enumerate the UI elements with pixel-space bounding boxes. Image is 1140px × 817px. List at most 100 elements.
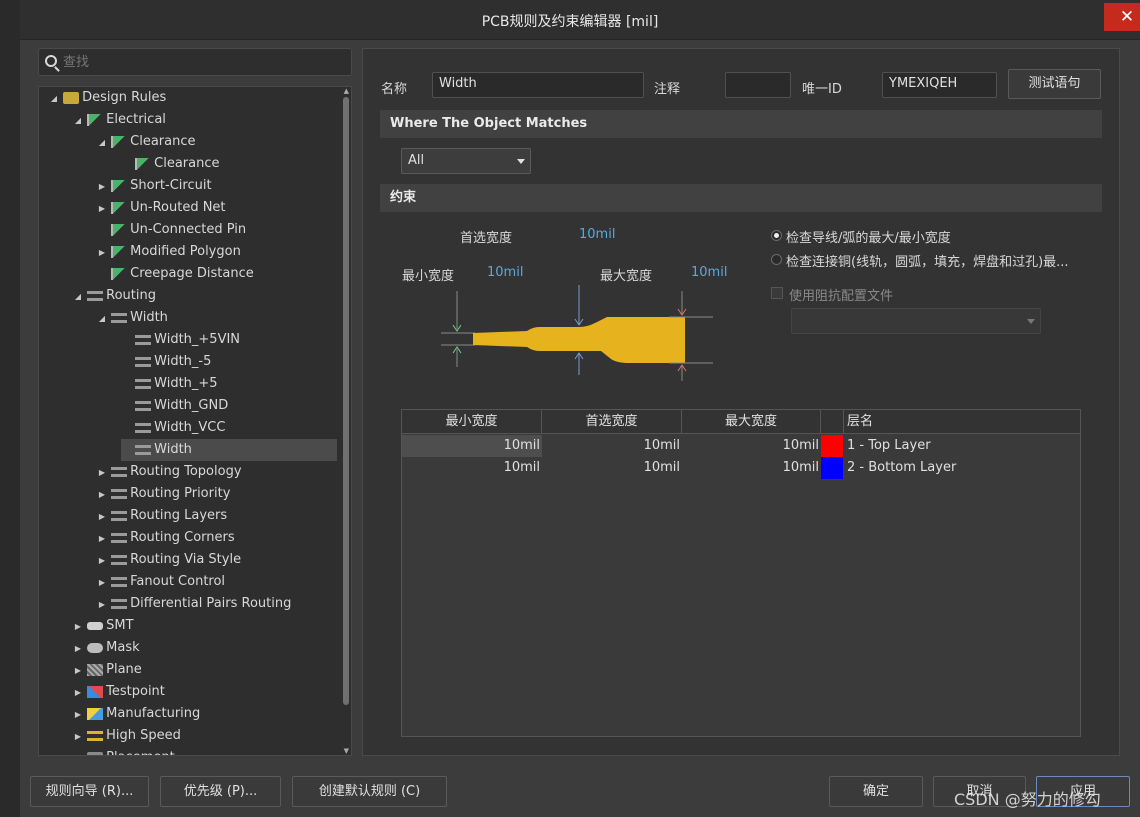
collapsed-arrow-icon[interactable]: ▶: [97, 176, 107, 198]
tree-item[interactable]: ▶ SMT: [73, 615, 337, 637]
collapsed-arrow-icon[interactable]: ▶: [73, 682, 83, 704]
tree-item-label: Differential Pairs Routing: [130, 596, 292, 611]
tree-item[interactable]: ◢ Design Rules: [49, 87, 337, 109]
expanded-arrow-icon[interactable]: ◢: [97, 132, 107, 154]
tree-item[interactable]: Width: [121, 439, 337, 461]
tree-item[interactable]: ◢ Electrical: [73, 109, 337, 131]
collapsed-arrow-icon[interactable]: ▶: [97, 550, 107, 572]
collapsed-arrow-icon[interactable]: ▶: [73, 726, 83, 748]
expanded-arrow-icon[interactable]: ◢: [49, 88, 59, 110]
col-layer-name[interactable]: 层名: [844, 410, 1080, 434]
tree-item[interactable]: ▶ Routing Via Style: [97, 549, 337, 571]
col-min-width[interactable]: 最小宽度: [402, 410, 542, 434]
impedance-profile-select[interactable]: [791, 308, 1041, 334]
expanded-arrow-icon[interactable]: ◢: [73, 110, 83, 132]
tree-item[interactable]: ▶ Routing Priority: [97, 483, 337, 505]
tree-item[interactable]: Width_+5: [121, 373, 337, 395]
cell-max-width[interactable]: 10mil: [682, 457, 819, 479]
cell-min-width[interactable]: 10mil: [402, 457, 540, 479]
tree-item[interactable]: ▶ Routing Layers: [97, 505, 337, 527]
tree-item[interactable]: ▶ Un-Routed Net: [97, 197, 337, 219]
tree-item[interactable]: ▶ Routing Corners: [97, 527, 337, 549]
cell-min-width[interactable]: 10mil: [402, 435, 540, 457]
tree-item[interactable]: Width_GND: [121, 395, 337, 417]
tree-item[interactable]: ◢ Routing: [73, 285, 337, 307]
unique-id-field[interactable]: YMEXIQEH: [882, 72, 997, 98]
max-width-value[interactable]: 10mil: [691, 265, 727, 280]
collapsed-arrow-icon[interactable]: ▶: [97, 594, 107, 616]
test-query-button[interactable]: 测试语句: [1008, 69, 1101, 99]
tree-item-label: Short-Circuit: [130, 178, 212, 193]
collapsed-arrow-icon[interactable]: ▶: [97, 506, 107, 528]
collapsed-arrow-icon[interactable]: ▶: [73, 704, 83, 726]
object-match-scope-select[interactable]: All: [401, 148, 531, 174]
tree-item-label: Creepage Distance: [130, 266, 254, 281]
tree-item[interactable]: Creepage Distance: [97, 263, 337, 285]
name-field[interactable]: Width: [432, 72, 644, 98]
tree-item[interactable]: ▶ Testpoint: [73, 681, 337, 703]
min-width-value[interactable]: 10mil: [487, 265, 523, 280]
scroll-up-icon[interactable]: ▲: [344, 87, 349, 95]
tree-item[interactable]: Un-Connected Pin: [97, 219, 337, 241]
tree-item[interactable]: ▶ Mask: [73, 637, 337, 659]
tree-item[interactable]: ▶ Fanout Control: [97, 571, 337, 593]
tree-item[interactable]: ◢ Clearance: [97, 131, 337, 153]
create-default-rules-button[interactable]: 创建默认规则 (C): [292, 776, 447, 807]
search-box[interactable]: [38, 48, 352, 76]
tree-item[interactable]: ◢ Width: [97, 307, 337, 329]
priorities-button[interactable]: 优先级 (P)...: [160, 776, 281, 807]
cell-max-width[interactable]: 10mil: [682, 435, 819, 457]
tree-item[interactable]: Clearance: [121, 153, 337, 175]
routing-rule-icon: [111, 488, 128, 499]
impedance-profile-checkbox[interactable]: [771, 287, 783, 299]
chevron-down-icon: [517, 159, 525, 164]
cell-preferred-width[interactable]: 10mil: [542, 435, 680, 457]
cell-layer-name[interactable]: 1 - Top Layer: [847, 435, 1077, 457]
tree-item[interactable]: ▶ Modified Polygon: [97, 241, 337, 263]
routing-rule-icon: [111, 576, 128, 587]
tree-item-label: SMT: [106, 618, 134, 633]
close-button[interactable]: ✕: [1104, 3, 1140, 31]
tree-item[interactable]: ▶ Differential Pairs Routing: [97, 593, 337, 615]
collapsed-arrow-icon[interactable]: ▶: [73, 660, 83, 682]
scroll-down-icon[interactable]: ▼: [344, 747, 349, 755]
collapsed-arrow-icon[interactable]: ▶: [97, 462, 107, 484]
tree-item[interactable]: ▶ High Speed: [73, 725, 337, 747]
expanded-arrow-icon[interactable]: ◢: [97, 308, 107, 330]
tree-item[interactable]: ▶ Routing Topology: [97, 461, 337, 483]
col-preferred-width[interactable]: 首选宽度: [542, 410, 682, 434]
expanded-arrow-icon[interactable]: ◢: [73, 286, 83, 308]
radio-check-connected-copper[interactable]: [771, 254, 782, 265]
tree-item-label: Clearance: [154, 156, 220, 171]
collapsed-arrow-icon[interactable]: ▶: [97, 572, 107, 594]
collapsed-arrow-icon[interactable]: ▶: [73, 638, 83, 660]
tree-item[interactable]: ▶ Short-Circuit: [97, 175, 337, 197]
collapsed-arrow-icon[interactable]: ▶: [97, 242, 107, 264]
tree-item[interactable]: ▶ Placement: [73, 747, 337, 755]
search-input[interactable]: [63, 52, 343, 72]
tree-item[interactable]: Width_-5: [121, 351, 337, 373]
ok-button[interactable]: 确定: [829, 776, 923, 807]
col-max-width[interactable]: 最大宽度: [682, 410, 821, 434]
window-title: PCB规则及约束编辑器 [mil]: [481, 14, 659, 30]
rule-wizard-button[interactable]: 规则向导 (R)...: [30, 776, 149, 807]
layer-color-swatch: [821, 435, 843, 457]
col-color[interactable]: [821, 410, 844, 434]
tree-item[interactable]: Width_VCC: [121, 417, 337, 439]
tree-item[interactable]: ▶ Manufacturing: [73, 703, 337, 725]
collapsed-arrow-icon[interactable]: ▶: [97, 528, 107, 550]
tree-item[interactable]: Width_+5VIN: [121, 329, 337, 351]
radio-check-connected-copper-label: 检查连接铜(线轨，圆弧，填充，焊盘和过孔)最...: [786, 255, 1069, 270]
collapsed-arrow-icon[interactable]: ▶: [73, 748, 83, 755]
collapsed-arrow-icon[interactable]: ▶: [97, 198, 107, 220]
radio-check-trace-arc-width[interactable]: [771, 230, 782, 241]
tree-scrollbar[interactable]: [343, 97, 349, 705]
collapsed-arrow-icon[interactable]: ▶: [97, 484, 107, 506]
collapsed-arrow-icon[interactable]: ▶: [73, 616, 83, 638]
tree-item[interactable]: ▶ Plane: [73, 659, 337, 681]
cell-layer-name[interactable]: 2 - Bottom Layer: [847, 457, 1077, 479]
preferred-width-value[interactable]: 10mil: [579, 227, 615, 242]
rules-tree-panel: ▲ ▼ ◢ Design Rules◢ Electrical◢ Clearanc…: [38, 48, 354, 756]
cell-preferred-width[interactable]: 10mil: [542, 457, 680, 479]
comment-field[interactable]: [725, 72, 791, 98]
